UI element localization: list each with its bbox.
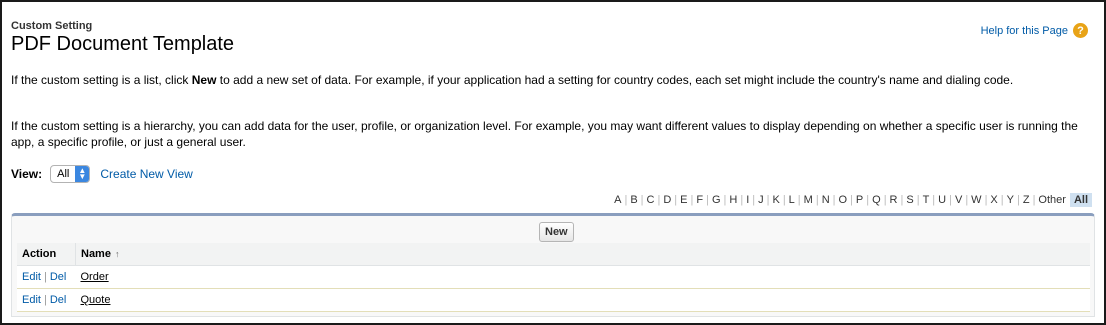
- alpha-filter-d[interactable]: D: [663, 194, 671, 206]
- divider: |: [640, 194, 644, 206]
- view-select-value[interactable]: All: [57, 168, 69, 180]
- alpha-filter-h[interactable]: H: [729, 194, 737, 206]
- divider: |: [815, 194, 819, 206]
- alpha-filter-k[interactable]: K: [772, 194, 779, 206]
- divider: |: [832, 194, 836, 206]
- hierarchy-instructions: If the custom setting is a hierarchy, yo…: [11, 119, 1078, 149]
- alpha-filter-s[interactable]: S: [906, 194, 913, 206]
- records-table: Action Name ↑ Edit | Del Order Edit | Del Quote: [17, 243, 1090, 312]
- alpha-filter-p[interactable]: P: [856, 194, 863, 206]
- alpha-filter-q[interactable]: Q: [872, 194, 881, 206]
- help-link[interactable]: Help for this Page ?: [981, 23, 1088, 38]
- alpha-filter-i[interactable]: I: [746, 194, 749, 206]
- name-header-label[interactable]: Name: [81, 248, 111, 260]
- alpha-filter-a[interactable]: A: [614, 194, 621, 206]
- page-type-label: Custom Setting: [11, 20, 93, 32]
- alpha-filter-n[interactable]: N: [822, 194, 830, 206]
- name-cell: Quote: [75, 288, 1090, 312]
- divider: |: [1032, 194, 1036, 206]
- alpha-filter-o[interactable]: O: [839, 194, 848, 206]
- instructions-text: If the custom setting is a list, click: [11, 73, 192, 87]
- divider: |: [900, 194, 904, 206]
- divider: |: [766, 194, 770, 206]
- alpha-filter-f[interactable]: F: [696, 194, 703, 206]
- alpha-filter-e[interactable]: E: [680, 194, 687, 206]
- divider: |: [706, 194, 709, 206]
- divider: |: [916, 194, 920, 206]
- divider: |: [674, 194, 678, 206]
- divider: |: [1000, 194, 1004, 206]
- alpha-filter-u[interactable]: U: [938, 194, 946, 206]
- divider: |: [723, 194, 727, 206]
- table-row: Edit | Del Quote: [17, 288, 1090, 312]
- list-instructions: If the custom setting is a list, click N…: [11, 72, 1091, 88]
- divider: |: [866, 194, 870, 206]
- divider: |: [797, 194, 801, 206]
- alpha-filter-other[interactable]: Other: [1038, 194, 1066, 206]
- action-header-label: Action: [22, 248, 57, 260]
- alpha-filter-l[interactable]: L: [789, 194, 795, 206]
- divider: |: [883, 194, 887, 206]
- page-header: Custom Setting PDF Document Template: [11, 20, 234, 56]
- divider: |: [690, 194, 694, 206]
- action-column-header: Action: [17, 243, 76, 266]
- table-row: Edit | Del Order: [17, 265, 1090, 289]
- divider: |: [1016, 194, 1020, 206]
- alpha-filter-b[interactable]: B: [630, 194, 637, 206]
- divider: |: [657, 194, 661, 206]
- edit-link[interactable]: Edit: [22, 294, 41, 306]
- list-panel: New Action Name ↑ Edit | Del Order Edit | Del Qu…: [11, 213, 1095, 317]
- edit-link[interactable]: Edit: [22, 271, 41, 283]
- divider: |: [850, 194, 853, 206]
- alpha-filter-c[interactable]: C: [647, 194, 655, 206]
- view-label: View:: [11, 167, 43, 181]
- action-cell: Edit | Del: [17, 288, 76, 312]
- divider: |: [43, 271, 47, 283]
- alpha-filter-r[interactable]: R: [890, 194, 898, 206]
- divider: |: [965, 194, 969, 206]
- name-cell: Order: [75, 265, 1090, 289]
- chevron-updown-icon[interactable]: ▲ ▼: [75, 166, 90, 182]
- create-new-view-link[interactable]: Create New View: [100, 167, 192, 181]
- divider: |: [43, 294, 47, 306]
- record-name-link[interactable]: Quote: [81, 294, 111, 306]
- divider: |: [984, 194, 988, 206]
- alpha-filter-w[interactable]: W: [971, 194, 981, 206]
- alpha-filter-j[interactable]: J: [758, 194, 764, 206]
- question-icon[interactable]: ?: [1073, 23, 1088, 38]
- alpha-filter-x[interactable]: X: [990, 194, 997, 206]
- delete-link[interactable]: Del: [50, 294, 67, 306]
- divider: |: [949, 194, 952, 206]
- alpha-filter-v[interactable]: V: [955, 194, 962, 206]
- instructions-text: to add a new set of data. For example, i…: [216, 73, 1014, 87]
- table-header-row: Action Name ↑: [17, 243, 1090, 266]
- alpha-filter-t[interactable]: T: [923, 194, 930, 206]
- action-cell: Edit | Del: [17, 265, 76, 289]
- page-title: PDF Document Template: [11, 33, 235, 55]
- alpha-filter-m[interactable]: M: [804, 194, 813, 206]
- alphabet-filter: A | B | C | D | E | F | G | H | I | J | K | L | M | N | O | P | Q | R | S | T |…: [614, 193, 1092, 207]
- record-name-link[interactable]: Order: [81, 271, 109, 283]
- view-select[interactable]: All ▲ ▼: [50, 165, 91, 183]
- divider: |: [624, 194, 628, 206]
- sort-ascending-icon[interactable]: ↑: [115, 249, 120, 259]
- alpha-filter-g[interactable]: G: [712, 194, 721, 206]
- new-button[interactable]: New: [539, 222, 574, 242]
- alpha-filter-y[interactable]: Y: [1007, 194, 1014, 206]
- divider: |: [782, 194, 786, 206]
- delete-link[interactable]: Del: [50, 271, 67, 283]
- help-link-label[interactable]: Help for this Page: [981, 25, 1068, 37]
- alpha-filter-all[interactable]: All: [1069, 193, 1092, 207]
- name-column-header[interactable]: Name ↑: [75, 243, 1090, 266]
- view-selector-row: View: All ▲ ▼ Create New View: [11, 165, 193, 183]
- divider: |: [932, 194, 936, 206]
- divider: |: [740, 194, 744, 206]
- alpha-filter-z[interactable]: Z: [1023, 194, 1030, 206]
- divider: |: [752, 194, 756, 206]
- instructions-bold: New: [191, 73, 217, 87]
